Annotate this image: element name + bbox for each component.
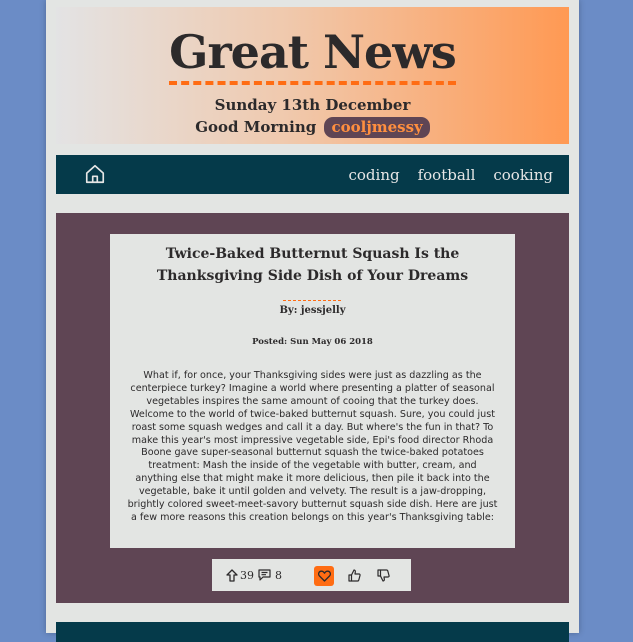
arrow-up-icon — [226, 568, 238, 582]
nav-links: coding football cooking — [349, 155, 554, 194]
home-icon — [85, 164, 105, 184]
downvote-button[interactable] — [377, 559, 390, 591]
article-body: What if, for once, your Thanksgiving sid… — [127, 370, 498, 523]
current-date: Sunday 13th December — [214, 96, 411, 114]
article-posted-date: Posted: Sun May 06 2018 — [252, 337, 373, 347]
greeting: Good Morning cooljmessy — [56, 117, 569, 138]
username-badge[interactable]: cooljmessy — [324, 117, 430, 138]
topic-nav: coding football cooking — [56, 155, 569, 194]
greeting-text: Good Morning — [195, 118, 317, 136]
title-divider — [283, 300, 341, 301]
article-card: Twice-Baked Butternut Squash Is the Than… — [56, 213, 569, 603]
favourite-button[interactable] — [314, 566, 334, 586]
votes-display: 39 — [226, 559, 254, 591]
thumbs-up-icon — [348, 568, 361, 582]
vote-count: 39 — [240, 568, 254, 582]
nav-link-cooking[interactable]: cooking — [493, 166, 553, 184]
article-author: By: jessjelly — [279, 305, 346, 316]
comment-count: 8 — [275, 568, 282, 582]
comment-icon — [258, 569, 271, 581]
page-container: Great News Sunday 13th December Good Mor… — [46, 0, 579, 642]
comments-button[interactable]: 8 — [258, 559, 282, 591]
upvote-button[interactable] — [348, 559, 361, 591]
next-article-card — [56, 622, 569, 642]
article-title[interactable]: Twice-Baked Butternut Squash Is the Than… — [122, 243, 503, 287]
heart-icon — [317, 570, 331, 582]
site-title: Great News — [56, 29, 569, 85]
site-header: Great News Sunday 13th December Good Mor… — [56, 7, 569, 144]
nav-link-coding[interactable]: coding — [349, 166, 400, 184]
thumbs-down-icon — [377, 568, 390, 582]
home-button[interactable] — [84, 163, 106, 185]
site-title-text: Great News — [169, 29, 457, 85]
article-content: Twice-Baked Butternut Squash Is the Than… — [110, 234, 515, 548]
nav-link-football[interactable]: football — [418, 166, 476, 184]
article-actions: 39 8 — [212, 559, 411, 591]
